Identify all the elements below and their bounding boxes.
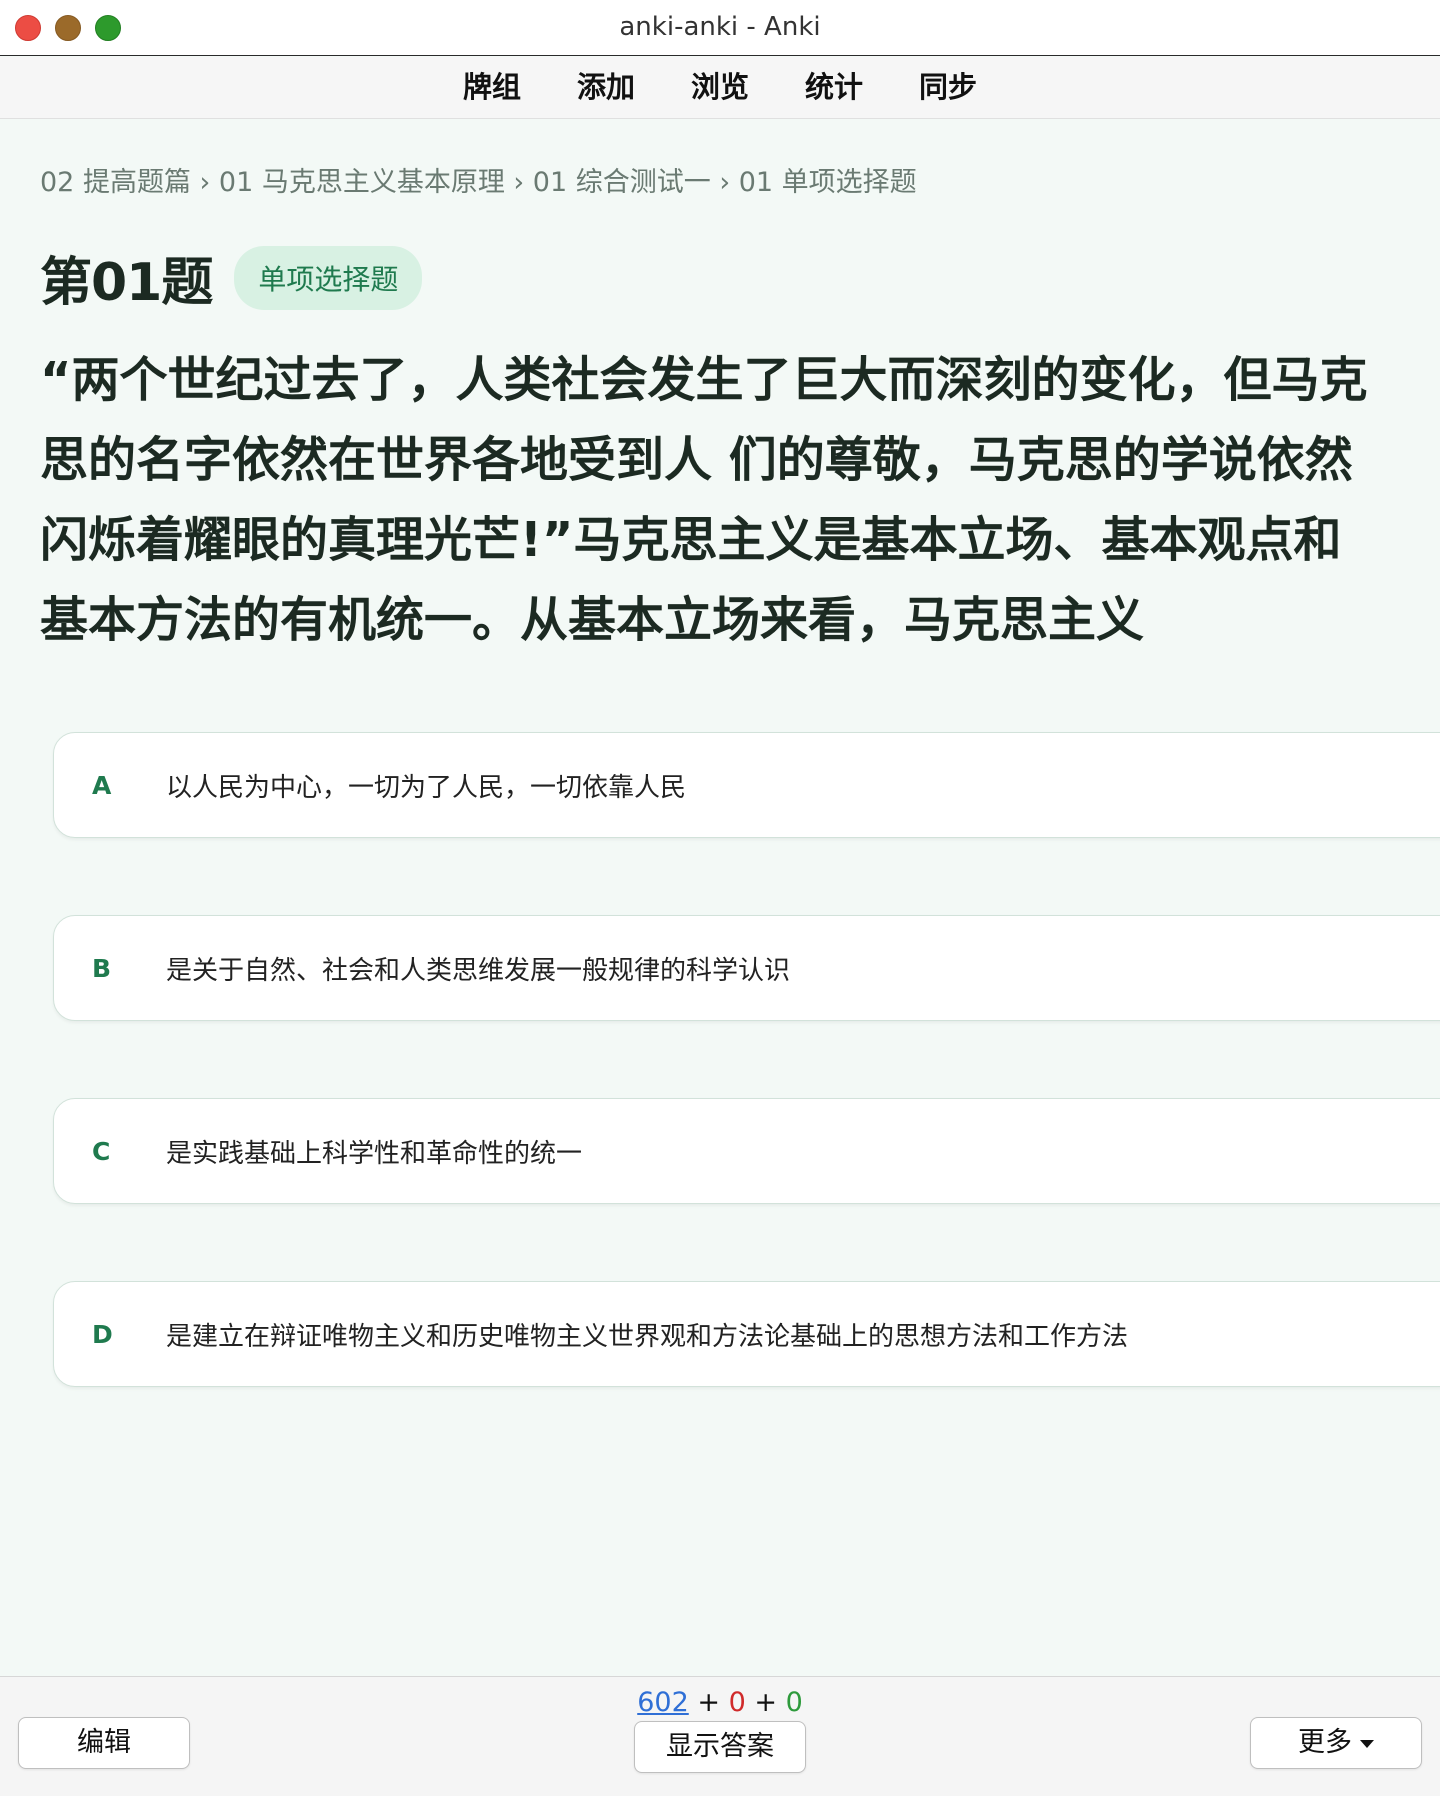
option-letter: A bbox=[92, 770, 112, 800]
count-separator: + bbox=[754, 1687, 777, 1718]
deck-breadcrumb: 02 提高题篇 › 01 马克思主义基本原理 › 01 综合测试一 › 01 单… bbox=[40, 167, 917, 198]
option-text: 是建立在辩证唯物主义和历史唯物主义世界观和方法论基础上的思想方法和工作方法 bbox=[166, 1321, 1129, 1352]
option-c[interactable]: C 是实践基础上科学性和革命性的统一 bbox=[53, 1098, 1440, 1204]
title-bar: anki-anki - Anki bbox=[0, 0, 1440, 56]
show-answer-button[interactable]: 显示答案 bbox=[634, 1721, 806, 1773]
show-answer-label: 显示答案 bbox=[666, 1731, 774, 1762]
option-letter: D bbox=[92, 1319, 113, 1349]
toolbar-stats[interactable]: 统计 bbox=[777, 57, 891, 118]
more-button[interactable]: 更多 bbox=[1250, 1717, 1422, 1769]
option-text: 以人民为中心，一切为了人民，一切依靠人民 bbox=[166, 772, 687, 803]
question-number: 第01题 bbox=[40, 253, 213, 313]
new-count[interactable]: 602 bbox=[637, 1687, 689, 1718]
option-a[interactable]: A 以人民为中心，一切为了人民，一切依靠人民 bbox=[53, 732, 1440, 838]
window-title: anki-anki - Anki bbox=[619, 12, 821, 42]
anki-window: anki-anki - Anki 牌组 添加 浏览 统计 同步 02 提高题篇 … bbox=[0, 0, 1440, 1796]
toolbar-add[interactable]: 添加 bbox=[549, 57, 663, 118]
option-letter: C bbox=[92, 1136, 111, 1166]
review-bottom-bar: 602 + 0 + 0 编辑 显示答案 更多 bbox=[0, 1676, 1440, 1796]
option-d[interactable]: D 是建立在辩证唯物主义和历史唯物主义世界观和方法论基础上的思想方法和工作方法 bbox=[53, 1281, 1440, 1387]
option-letter: B bbox=[92, 953, 112, 983]
more-button-label: 更多 bbox=[1298, 1727, 1352, 1758]
caret-down-icon bbox=[1360, 1739, 1374, 1748]
question-text: “两个世纪过去了，人类社会发生了巨大而深刻的变化，但马克思的名字依然在世界各地受… bbox=[40, 352, 1368, 648]
toolbar-sync[interactable]: 同步 bbox=[891, 57, 1005, 118]
toolbar-browse[interactable]: 浏览 bbox=[663, 57, 777, 118]
count-separator: + bbox=[697, 1687, 720, 1718]
question-type-badge: 单项选择题 bbox=[234, 245, 423, 310]
review-count: 0 bbox=[785, 1687, 803, 1718]
toolbar-decks[interactable]: 牌组 bbox=[435, 57, 549, 118]
edit-button-label: 编辑 bbox=[77, 1727, 131, 1758]
option-text: 是实践基础上科学性和革命性的统一 bbox=[166, 1138, 583, 1169]
option-b[interactable]: B 是关于自然、社会和人类思维发展一般规律的科学认识 bbox=[53, 915, 1440, 1021]
due-counts: 602 + 0 + 0 bbox=[0, 1687, 1440, 1718]
option-text: 是关于自然、社会和人类思维发展一般规律的科学认识 bbox=[166, 955, 791, 986]
edit-button[interactable]: 编辑 bbox=[18, 1717, 190, 1769]
main-toolbar: 牌组 添加 浏览 统计 同步 bbox=[0, 57, 1440, 119]
learn-count: 0 bbox=[728, 1687, 746, 1718]
question-header: 第01题 单项选择题 bbox=[40, 240, 423, 315]
